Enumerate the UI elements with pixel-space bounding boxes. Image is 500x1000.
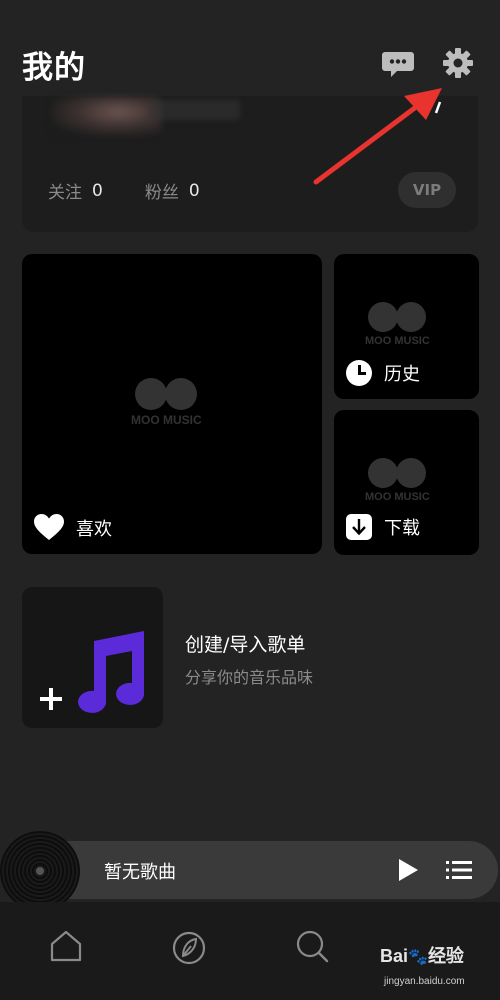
downloads-tile[interactable]: MOO MUSIC 下载 [334,410,479,555]
heart-icon [34,514,64,540]
watermark-brand: Bai [380,946,409,966]
clock-icon [346,360,372,386]
moo-music-logo: MOO MUSIC [131,378,202,427]
mini-player[interactable] [30,841,498,899]
add-music-note-icon [40,631,145,713]
leaf-icon[interactable] [171,930,207,966]
gear-icon[interactable] [441,46,475,80]
page-title: 我的 [22,50,86,86]
watermark-brand2: 经验 [427,946,464,966]
downloads-label: 下载 [384,518,420,539]
history-label: 历史 [384,364,420,385]
create-playlist-title[interactable]: 创建/导入歌单 [185,630,305,657]
playlist-queue-icon[interactable] [446,858,472,882]
favorites-tile[interactable]: MOO MUSIC 喜欢 [22,254,322,554]
username-blurred [150,100,240,120]
moo-music-logo: MOO MUSIC [365,458,430,503]
moo-music-logo: MOO MUSIC [365,302,430,347]
fans-count[interactable]: 0 [189,181,200,201]
downloads-label-row: 下载 [346,514,420,540]
baidu-watermark: Bai🐾经验 [380,946,464,966]
history-label-row: 历史 [346,360,420,386]
following-label[interactable]: 关注 [48,178,82,203]
watermark-url: jingyan.baidu.com [384,976,465,987]
chat-bubble-icon[interactable] [381,46,415,80]
create-playlist-cover[interactable] [22,587,163,728]
annotation-arrow-icon [313,88,442,185]
avatar[interactable] [52,96,162,136]
moo-logo-text: MOO MUSIC [131,413,202,427]
favorites-label: 喜欢 [76,518,112,540]
play-icon[interactable] [396,857,420,883]
fans-label[interactable]: 粉丝 [145,178,179,203]
search-icon[interactable] [294,928,330,964]
home-icon[interactable] [48,928,84,964]
following-count[interactable]: 0 [92,181,103,201]
profile-stats: 关注 0 粉丝 0 [48,178,200,204]
download-icon [346,514,372,540]
history-tile[interactable]: MOO MUSIC 历史 [334,254,479,399]
favorites-label-row: 喜欢 [34,514,112,541]
moo-logo-text: MOO MUSIC [365,491,430,503]
create-playlist-subtitle: 分享你的音乐品味 [185,668,314,687]
now-playing-title: 暂无歌曲 [104,862,176,883]
moo-logo-text: MOO MUSIC [365,335,430,347]
